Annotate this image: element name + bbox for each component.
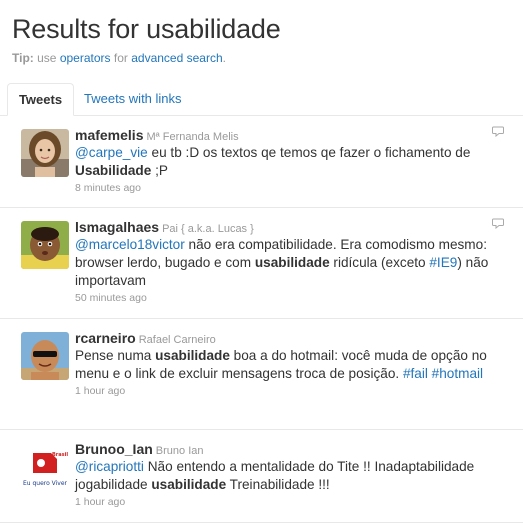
tweet-timestamp[interactable]: 50 minutes ago bbox=[75, 291, 511, 305]
hashtag-link[interactable]: #IE9 bbox=[429, 255, 457, 270]
search-term-highlight: usabilidade bbox=[151, 477, 227, 492]
logo-avatar-icon[interactable]: Brasil Eu quero Viver bbox=[21, 443, 69, 491]
avatar-logo-text: Eu quero Viver bbox=[23, 480, 68, 487]
results-tabs: Tweets Tweets with links bbox=[0, 83, 523, 116]
tweet-screen-name[interactable]: Brunoo_Ian bbox=[75, 441, 153, 457]
tweet-full-name: Pai { a.k.a. Lucas } bbox=[162, 223, 254, 235]
tweet-body: Brunoo_Ian Bruno Ian @ricapriotti Não ent… bbox=[75, 440, 511, 509]
child-avatar-icon[interactable] bbox=[21, 221, 69, 269]
search-term-highlight: Usabilidade bbox=[75, 163, 152, 178]
woman-avatar-icon[interactable] bbox=[21, 129, 69, 177]
tweet-text-part: Treinabilidade !!! bbox=[226, 477, 330, 492]
hashtag-link[interactable]: #fail bbox=[403, 366, 428, 381]
tweet-item: lsmagalhaes Pai { a.k.a. Lucas } @marcelo… bbox=[0, 208, 523, 319]
tweet-timestamp[interactable]: 8 minutes ago bbox=[75, 181, 511, 195]
tweet-screen-name[interactable]: rcarneiro bbox=[75, 330, 136, 346]
tab-tweets-with-links[interactable]: Tweets with links bbox=[84, 83, 182, 116]
mention-link[interactable]: @marcelo18victor bbox=[75, 237, 185, 252]
tweet-item: rcarneiro Rafael Carneiro Pense numa usab… bbox=[0, 319, 523, 430]
tweet-screen-name[interactable]: mafemelis bbox=[75, 127, 143, 143]
tip-use-text: use bbox=[37, 51, 57, 65]
tweet-text: Pense numa usabilidade boa a do hotmail:… bbox=[75, 347, 511, 383]
tip-label: Tip: bbox=[12, 51, 34, 65]
tweet-timestamp[interactable]: 1 hour ago bbox=[75, 495, 511, 509]
search-term-highlight: usabilidade bbox=[155, 348, 230, 363]
tweet-text: @ricapriotti Não entendo a mentalidade d… bbox=[75, 458, 511, 494]
avatar-logo-text-top: Brasil bbox=[52, 452, 68, 458]
tweet-screen-name[interactable]: lsmagalhaes bbox=[75, 219, 159, 235]
advanced-search-link[interactable]: advanced search bbox=[131, 51, 222, 65]
tweet-text: @carpe_vie eu tb :D os textos qe temos q… bbox=[75, 144, 511, 180]
tip-for-text: for bbox=[113, 51, 128, 65]
tweet-timestamp[interactable]: 1 hour ago bbox=[75, 384, 511, 398]
mention-link[interactable]: @ricapriotti bbox=[75, 459, 144, 474]
search-tip: Tip: use operators for advanced search. bbox=[12, 51, 226, 65]
tweet-body: mafemelis Mª Fernanda Melis @carpe_vie eu… bbox=[75, 126, 511, 195]
tip-end-text: . bbox=[222, 51, 226, 65]
search-term-highlight: usabilidade bbox=[254, 255, 330, 270]
tweet-text-part: eu tb :D os textos qe temos qe fazer o f… bbox=[147, 145, 471, 160]
mention-link[interactable]: @carpe_vie bbox=[75, 145, 148, 160]
tweet-item: mafemelis Mª Fernanda Melis @carpe_vie eu… bbox=[0, 116, 523, 208]
hashtag-link[interactable]: #hotmail bbox=[432, 366, 483, 381]
reply-icon[interactable] bbox=[492, 218, 504, 229]
tweet-full-name: Bruno Ian bbox=[155, 445, 204, 457]
reply-icon[interactable] bbox=[492, 126, 504, 137]
tweet-full-name: Rafael Carneiro bbox=[138, 334, 216, 346]
page-title: Results for usabilidade bbox=[12, 14, 281, 44]
tweet-full-name: Mª Fernanda Melis bbox=[146, 131, 239, 143]
tweet-item: Brasil Eu quero Viver Brunoo_Ian Bruno Ia… bbox=[0, 430, 523, 523]
man-sunglasses-avatar-icon[interactable] bbox=[21, 332, 69, 380]
tab-tweets[interactable]: Tweets bbox=[7, 83, 74, 116]
operators-link[interactable]: operators bbox=[60, 51, 111, 65]
tweet-body: rcarneiro Rafael Carneiro Pense numa usab… bbox=[75, 329, 511, 398]
tweet-text-part: ridícula (exceto bbox=[329, 255, 430, 270]
tweet-body: lsmagalhaes Pai { a.k.a. Lucas } @marcelo… bbox=[75, 218, 511, 305]
tweet-text-part: Pense numa bbox=[75, 348, 156, 363]
tweet-text-part: ;P bbox=[151, 163, 168, 178]
tweet-text: @marcelo18victor não era compatibilidade… bbox=[75, 236, 511, 290]
